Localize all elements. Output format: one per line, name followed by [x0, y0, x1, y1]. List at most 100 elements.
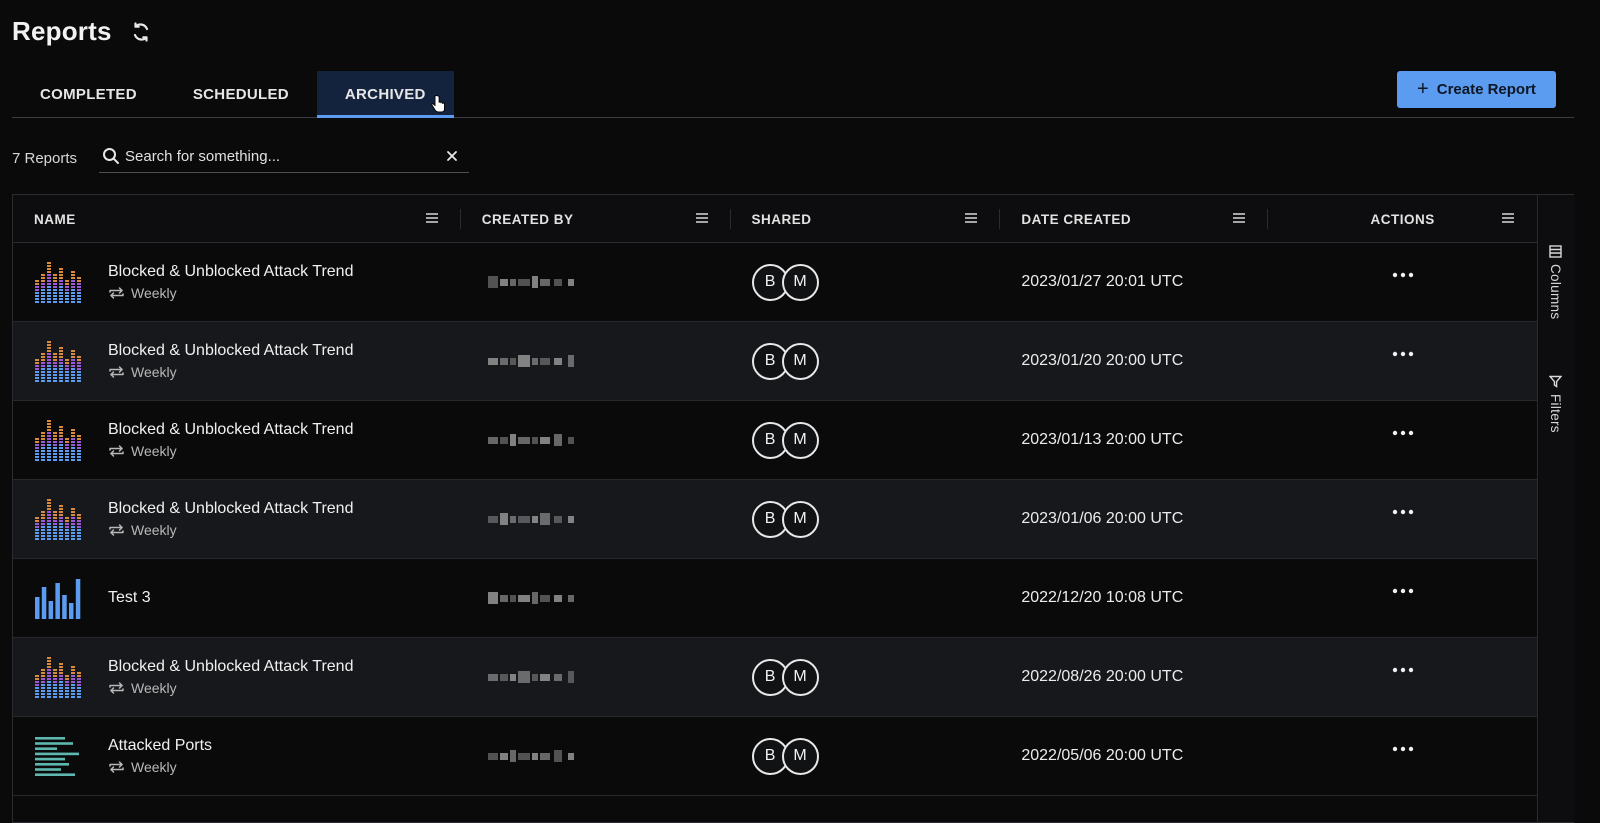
name-cell: Test 3 — [13, 559, 461, 637]
shared-avatars: BM — [751, 342, 819, 380]
create-report-button[interactable]: + Create Report — [1397, 71, 1556, 108]
column-menu-icon[interactable] — [425, 211, 439, 225]
column-header-label: ACTIONS — [1370, 211, 1435, 227]
search-input[interactable] — [121, 147, 441, 165]
schedule-text: Weekly — [131, 364, 177, 380]
table-row[interactable]: Blocked & Unblocked Attack Trend Weekly B M… — [13, 322, 1537, 401]
shared-cell: BM — [731, 401, 1001, 479]
tab-archived[interactable]: ARCHIVED — [316, 71, 454, 118]
report-name-block: Test 3 — [108, 589, 151, 607]
report-name[interactable]: Attacked Ports — [108, 737, 212, 755]
creator-redacted — [487, 350, 576, 372]
more-options-icon[interactable] — [1390, 269, 1416, 281]
more-options-icon[interactable] — [1390, 506, 1416, 518]
column-header-name[interactable]: NAME — [13, 195, 461, 243]
table-row[interactable]: Blocked & Unblocked Attack Trend Weekly B M… — [13, 480, 1537, 559]
actions-cell — [1268, 401, 1537, 479]
more-options-icon[interactable] — [1390, 664, 1416, 676]
hand-cursor-icon — [431, 95, 445, 113]
schedule-text: Weekly — [131, 285, 177, 301]
stacked-bar-chart-icon — [35, 657, 81, 698]
reports-page: Reports COMPLETED SCHEDULED ARCHIVED + C… — [0, 0, 1600, 823]
avatar[interactable]: M — [781, 500, 819, 538]
report-name[interactable]: Blocked & Unblocked Attack Trend — [108, 500, 353, 518]
report-name[interactable]: Blocked & Unblocked Attack Trend — [108, 263, 353, 281]
shared-avatars: BM — [751, 500, 819, 538]
creator-redacted — [487, 587, 576, 609]
avatar[interactable]: M — [781, 421, 819, 459]
table-main: NAME CREATED BY SHARED DATE CREATED ACTI… — [13, 195, 1538, 822]
report-name-block: Blocked & Unblocked Attack Trend Weekly — [108, 342, 353, 380]
created-by-cell — [461, 638, 731, 716]
filters-label: Filters — [1548, 394, 1563, 433]
avatar[interactable]: M — [781, 658, 819, 696]
schedule-label: Weekly — [108, 285, 353, 301]
more-options-icon[interactable] — [1390, 585, 1416, 597]
schedule-label: Weekly — [108, 443, 353, 459]
search-box — [99, 140, 469, 173]
date-created-cell: 2022/08/26 20:00 UTC — [1021, 668, 1184, 685]
clear-search-icon[interactable] — [441, 145, 463, 167]
report-name[interactable]: Blocked & Unblocked Attack Trend — [108, 658, 353, 676]
schedule-label: Weekly — [108, 680, 353, 696]
name-cell: Blocked & Unblocked Attack Trend Weekly — [13, 480, 461, 558]
schedule-text: Weekly — [131, 443, 177, 459]
filters-panel-toggle[interactable]: Filters — [1548, 375, 1563, 433]
table-row[interactable]: Blocked & Unblocked Attack Trend Weekly B M… — [13, 243, 1537, 322]
date-created-cell: 2022/05/06 20:00 UTC — [1021, 747, 1184, 764]
date-created-cell: 2023/01/27 20:01 UTC — [1021, 273, 1184, 290]
column-menu-icon[interactable] — [1232, 211, 1246, 225]
created-by-cell — [461, 322, 731, 400]
column-header-shared[interactable]: SHARED — [731, 195, 1001, 243]
repeat-icon — [109, 445, 124, 457]
avatar[interactable]: M — [781, 737, 819, 775]
repeat-icon — [109, 682, 124, 694]
more-options-icon[interactable] — [1390, 427, 1416, 439]
report-count: 7 Reports — [12, 150, 78, 167]
column-header-created-by[interactable]: CREATED BY — [461, 195, 731, 243]
name-cell: Blocked & Unblocked Attack Trend Weekly — [13, 322, 461, 400]
avatar[interactable]: M — [781, 263, 819, 301]
columns-panel-toggle[interactable]: Columns — [1548, 245, 1563, 319]
report-name[interactable]: Blocked & Unblocked Attack Trend — [108, 342, 353, 360]
column-header-actions[interactable]: ACTIONS — [1268, 195, 1537, 243]
column-menu-icon[interactable] — [1501, 211, 1515, 225]
more-options-icon[interactable] — [1390, 348, 1416, 360]
report-name[interactable]: Blocked & Unblocked Attack Trend — [108, 421, 353, 439]
creator-redacted — [487, 745, 576, 767]
more-options-icon[interactable] — [1390, 743, 1416, 755]
table-row[interactable]: Blocked & Unblocked Attack Trend Weekly B M… — [13, 401, 1537, 480]
shared-cell: BM — [731, 480, 1001, 558]
tab-completed[interactable]: COMPLETED — [12, 71, 165, 117]
column-menu-icon[interactable] — [695, 211, 709, 225]
table-header: NAME CREATED BY SHARED DATE CREATED ACTI… — [13, 195, 1537, 243]
table-row[interactable]: Test 3 2022/12/20 10:08 UTC — [13, 559, 1537, 638]
column-header-label: CREATED BY — [481, 211, 574, 227]
report-name-block: Blocked & Unblocked Attack Trend Weekly — [108, 658, 353, 696]
report-name[interactable]: Test 3 — [108, 589, 151, 607]
refresh-icon[interactable] — [128, 19, 154, 45]
schedule-text: Weekly — [131, 522, 177, 538]
column-menu-icon[interactable] — [964, 211, 978, 225]
shared-avatars: BM — [751, 421, 819, 459]
shared-cell: BM — [731, 717, 1001, 795]
shared-cell: BM — [731, 638, 1001, 716]
stacked-bar-chart-icon — [35, 262, 81, 303]
actions-cell — [1268, 243, 1537, 321]
column-header-label: NAME — [34, 211, 76, 227]
avatar[interactable]: M — [781, 342, 819, 380]
table-row[interactable]: Blocked & Unblocked Attack Trend Weekly B M… — [13, 638, 1537, 717]
tab-scheduled[interactable]: SCHEDULED — [165, 71, 317, 117]
stacked-bar-chart-icon — [35, 420, 81, 461]
column-header-date-created[interactable]: DATE CREATED — [1000, 195, 1269, 243]
name-cell: Blocked & Unblocked Attack Trend Weekly — [13, 401, 461, 479]
table-row[interactable]: Attacked Ports Weekly B M 2022/05/06 20:00 U… — [13, 717, 1537, 796]
name-cell: Blocked & Unblocked Attack Trend Weekly — [13, 638, 461, 716]
shared-avatars: BM — [751, 263, 819, 301]
table-body: Blocked & Unblocked Attack Trend Weekly B M… — [13, 243, 1537, 796]
columns-icon — [1549, 245, 1562, 258]
repeat-icon — [109, 761, 124, 773]
creator-redacted — [487, 666, 576, 688]
date-created-cell: 2023/01/13 20:00 UTC — [1021, 431, 1184, 448]
repeat-icon — [109, 287, 124, 299]
